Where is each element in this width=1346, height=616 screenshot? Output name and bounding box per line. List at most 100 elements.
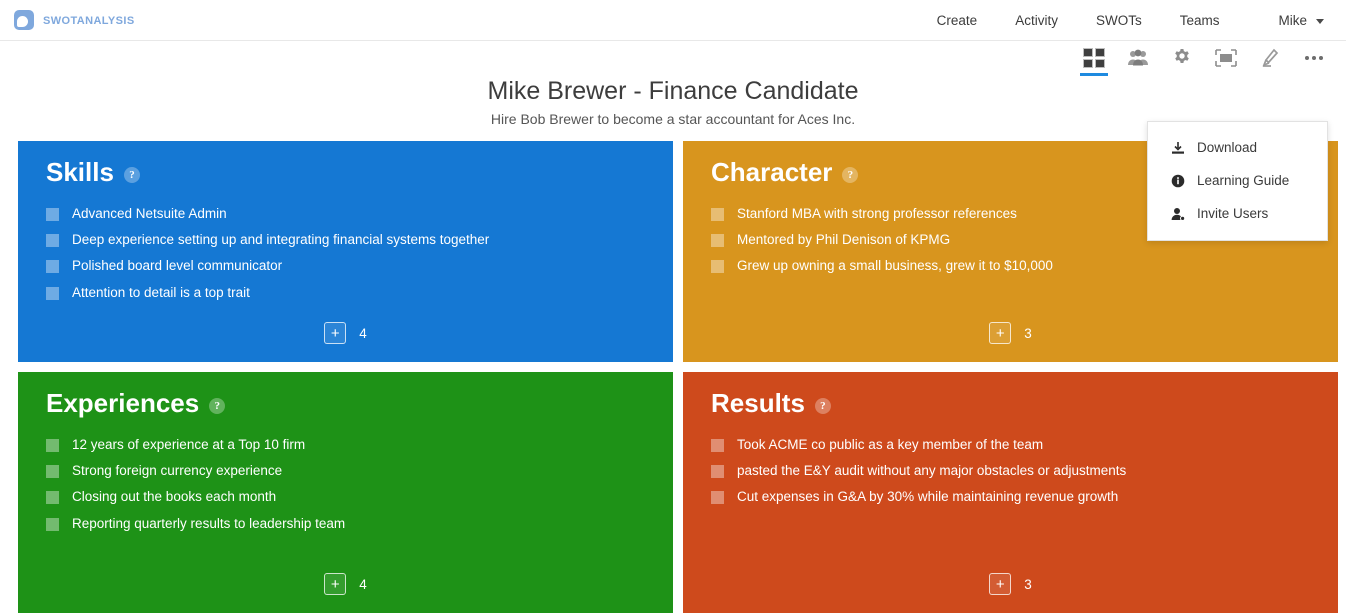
checkbox-icon[interactable] [711,260,724,274]
list-item[interactable]: Reporting quarterly results to leadershi… [46,511,651,537]
checkbox-icon[interactable] [46,234,59,248]
user-menu[interactable]: Mike [1238,13,1328,28]
add-item-button[interactable]: + [989,573,1012,595]
toolbar-more-button[interactable] [1300,45,1328,71]
quadrant-results: Results ? Took ACME co public as a key m… [683,372,1338,613]
list-item[interactable]: Strong foreign currency experience [46,458,651,484]
quadrant-character-footer: + 3 [683,304,1338,362]
list-item[interactable]: Closing out the books each month [46,484,651,510]
add-item-button[interactable]: + [989,322,1012,344]
list-item-label: pasted the E&Y audit without any major o… [737,463,1127,479]
add-item-button[interactable]: + [324,322,347,344]
list-item[interactable]: Deep experience setting up and integrati… [46,227,651,253]
page-subtitle[interactable]: Hire Bob Brewer to become a star account… [0,111,1346,127]
list-item[interactable]: Took ACME co public as a key member of t… [711,432,1316,458]
person-add-icon [1170,207,1185,221]
add-item-button[interactable]: + [324,573,347,595]
brand-logo[interactable]: swotanalysis [14,10,135,30]
help-circle-icon[interactable]: ? [842,166,859,183]
more-menu-dropdown: Download Learning Guide Invite Users [1147,121,1328,241]
item-count: 4 [359,325,367,341]
help-circle-icon[interactable]: ? [209,397,226,414]
checkbox-icon[interactable] [711,208,724,221]
checkbox-icon[interactable] [46,491,59,505]
list-item-label: Advanced Netsuite Admin [72,206,227,221]
list-item-label: 12 years of experience at a Top 10 firm [72,437,306,452]
toolbar-team-button[interactable] [1124,45,1152,71]
checkbox-icon[interactable] [46,465,59,479]
list-item-label: Reporting quarterly results to leadershi… [72,515,346,531]
checkbox-icon[interactable] [711,465,724,479]
swot-grid: Skills ? Advanced Netsuite Admin Deep ex… [18,141,1338,613]
page-title[interactable]: Mike Brewer - Finance Candidate [0,77,1346,106]
list-item-label: Strong foreign currency experience [72,463,283,479]
list-item-label: Closing out the books each month [72,489,277,505]
grid-icon [1082,47,1106,69]
checkbox-icon[interactable] [711,439,724,452]
quadrant-skills-title: Skills [46,157,114,187]
menu-item-invite-users[interactable]: Invite Users [1148,197,1327,230]
item-count: 3 [1024,576,1032,592]
list-item[interactable]: Advanced Netsuite Admin [46,201,651,227]
list-item[interactable]: Attention to detail is a top trait [46,280,651,306]
menu-item-invite-users-label: Invite Users [1197,206,1269,221]
quadrant-results-list: Took ACME co public as a key member of t… [711,432,1316,511]
menu-item-learning-guide[interactable]: Learning Guide [1148,164,1327,197]
download-icon [1170,141,1185,155]
list-item-label: Stanford MBA with strong professor refer… [737,206,1017,221]
list-item-label: Mentored by Phil Denison of KPMG [737,232,951,248]
quadrant-skills-footer: + 4 [18,304,673,362]
list-item[interactable]: pasted the E&Y audit without any major o… [711,458,1316,484]
quadrant-results-header: Results ? [711,390,1316,416]
nav-item-create[interactable]: Create [918,13,997,28]
list-item[interactable]: Cut expenses in G&A by 30% while maintai… [711,484,1316,510]
toolbar-presentation-button[interactable] [1212,45,1240,71]
quadrant-experiences-footer: + 4 [18,555,673,613]
info-icon [1170,174,1185,188]
quadrant-experiences-title: Experiences [46,388,200,418]
list-item[interactable]: Polished board level communicator [46,253,651,279]
nav-item-activity[interactable]: Activity [996,13,1077,28]
list-item-label: Deep experience setting up and integrati… [72,232,490,248]
help-circle-icon[interactable]: ? [814,397,831,414]
list-item-label: Grew up owning a small business, grew it… [737,258,1053,274]
list-item-label: Attention to detail is a top trait [72,284,250,300]
toolbar-grid-view-button[interactable] [1080,45,1108,76]
checkbox-icon[interactable] [46,517,59,531]
checkbox-icon[interactable] [46,439,59,452]
toolbar-highlighter-button[interactable] [1256,45,1284,71]
list-item[interactable]: Grew up owning a small business, grew it… [711,253,1316,279]
help-circle-icon[interactable]: ? [123,166,140,183]
item-count: 3 [1024,325,1032,341]
ellipsis-icon [1304,55,1324,61]
checkbox-icon[interactable] [711,234,724,248]
nav-item-swots[interactable]: SWOTs [1077,13,1161,28]
view-toolbar: Download Learning Guide Invite Users [1080,45,1328,241]
quadrant-skills: Skills ? Advanced Netsuite Admin Deep ex… [18,141,673,362]
quadrant-results-title: Results [711,388,805,418]
item-count: 4 [359,576,367,592]
quadrant-character-title: Character [711,157,833,187]
checkbox-icon[interactable] [46,208,59,221]
checkbox-icon[interactable] [711,491,724,505]
list-item[interactable]: 12 years of experience at a Top 10 firm [46,432,651,458]
nav-links: Create Activity SWOTs Teams Mike [918,13,1328,28]
quadrant-experiences-list: 12 years of experience at a Top 10 firm … [46,432,651,537]
nav-item-teams[interactable]: Teams [1161,13,1239,28]
checkbox-icon[interactable] [46,286,59,300]
menu-item-learning-guide-label: Learning Guide [1197,173,1290,188]
quadrant-experiences-header: Experiences ? [46,390,651,416]
top-navigation-bar: swotanalysis Create Activity SWOTs Teams… [0,0,1346,41]
list-item-label: Polished board level communicator [72,258,283,274]
fullscreen-icon [1215,49,1237,67]
quadrant-skills-header: Skills ? [46,159,651,185]
quadrant-skills-list: Advanced Netsuite Admin Deep experience … [46,201,651,306]
list-item-label: Cut expenses in G&A by 30% while maintai… [737,489,1119,505]
menu-item-download[interactable]: Download [1148,131,1327,164]
pen-icon [1260,48,1280,68]
menu-item-download-label: Download [1197,140,1258,155]
brand-name: swotanalysis [43,11,135,28]
checkbox-icon[interactable] [46,260,59,274]
toolbar-settings-button[interactable] [1168,45,1196,71]
quadrant-experiences: Experiences ? 12 years of experience at … [18,372,673,613]
